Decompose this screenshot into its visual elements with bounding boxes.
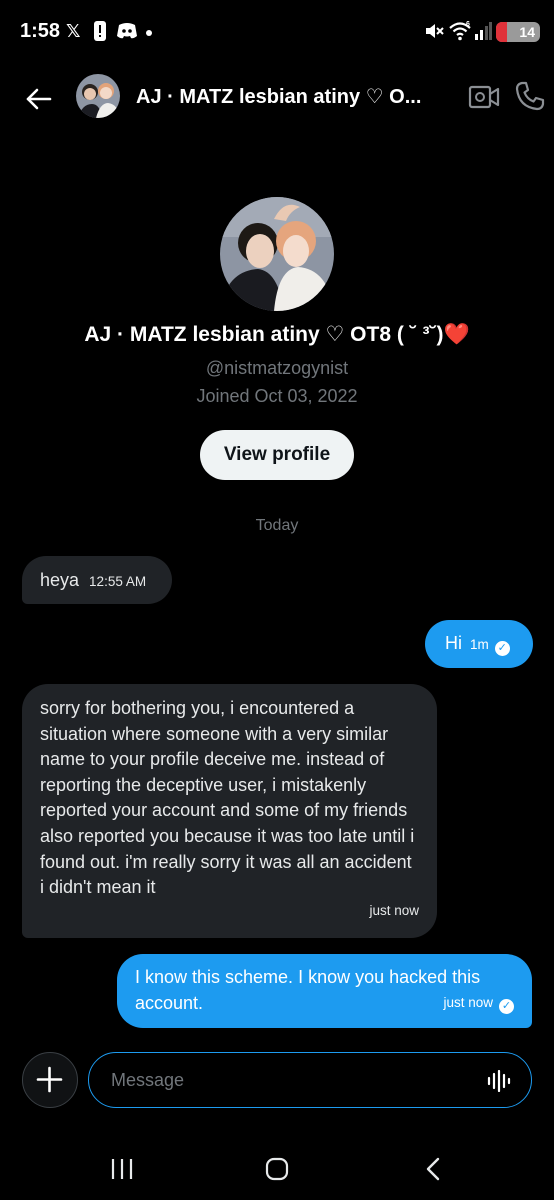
back-icon[interactable]	[424, 1157, 442, 1186]
x-logo-icon: 𝕏	[66, 21, 81, 41]
message-time: 12:55 AM	[89, 574, 147, 589]
video-call-icon[interactable]	[468, 82, 500, 112]
voice-message-icon[interactable]	[487, 1069, 511, 1093]
profile-joined-date: Joined Oct 03, 2022	[196, 386, 358, 406]
status-time: 1:58	[20, 20, 61, 42]
back-arrow-icon[interactable]	[24, 84, 54, 114]
alert-icon	[94, 21, 106, 41]
header-avatar[interactable]	[76, 74, 120, 118]
day-separator: Today	[255, 517, 299, 534]
view-profile-button[interactable]: View profile	[200, 430, 354, 480]
profile-avatar[interactable]	[220, 197, 334, 311]
message-bubble-incoming[interactable]: sorry for bothering you, i encountered a…	[22, 684, 437, 938]
home-icon[interactable]	[265, 1157, 289, 1186]
mute-icon	[424, 21, 444, 46]
svg-text:6: 6	[466, 21, 470, 28]
dot-icon	[146, 30, 152, 36]
message-text: sorry for bothering you, i encountered a…	[40, 698, 415, 898]
conversation-header: AJ · MATZ lesbian atiny ♡ O...	[0, 62, 554, 134]
system-navigation-bar	[0, 1140, 554, 1200]
signal-icon	[474, 22, 492, 45]
message-time: just now	[443, 995, 493, 1011]
read-check-icon: ✓	[499, 999, 514, 1015]
message-text: heya	[40, 570, 80, 590]
plus-icon	[36, 1066, 63, 1093]
message-text: I know this scheme. I know you hacked th…	[135, 967, 481, 1013]
phone-icon[interactable]	[514, 80, 546, 112]
read-check-icon: ✓	[494, 641, 510, 656]
message-input-placeholder: Message	[111, 1070, 185, 1090]
header-title[interactable]: AJ · MATZ lesbian atiny ♡ O...	[136, 84, 436, 109]
battery-level: 14	[519, 24, 535, 40]
status-bar: 1:58 𝕏 6 14	[0, 0, 554, 62]
message-bubble-outgoing[interactable]: Hi 1m ✓	[425, 620, 533, 668]
message-time: just now	[369, 903, 419, 919]
add-attachment-button[interactable]	[22, 1052, 78, 1108]
wifi-icon: 6	[448, 20, 472, 47]
message-input[interactable]: Message	[88, 1052, 532, 1108]
profile-handle: @nistmatzogynist	[205, 358, 349, 378]
recent-apps-icon[interactable]	[110, 1158, 134, 1185]
message-time: 1m	[470, 637, 489, 652]
message-text: Hi	[445, 633, 462, 653]
profile-name: AJ · MATZ lesbian atiny ♡ OT8 ( ˘ ³˘)❤️	[84, 323, 470, 346]
discord-icon	[116, 22, 138, 45]
message-bubble-incoming[interactable]: heya 12:55 AM	[22, 556, 172, 604]
message-bubble-outgoing[interactable]: I know this scheme. I know you hacked th…	[117, 954, 532, 1028]
battery-indicator: 14	[496, 22, 540, 42]
message-meta: just now ✓	[443, 990, 514, 1016]
